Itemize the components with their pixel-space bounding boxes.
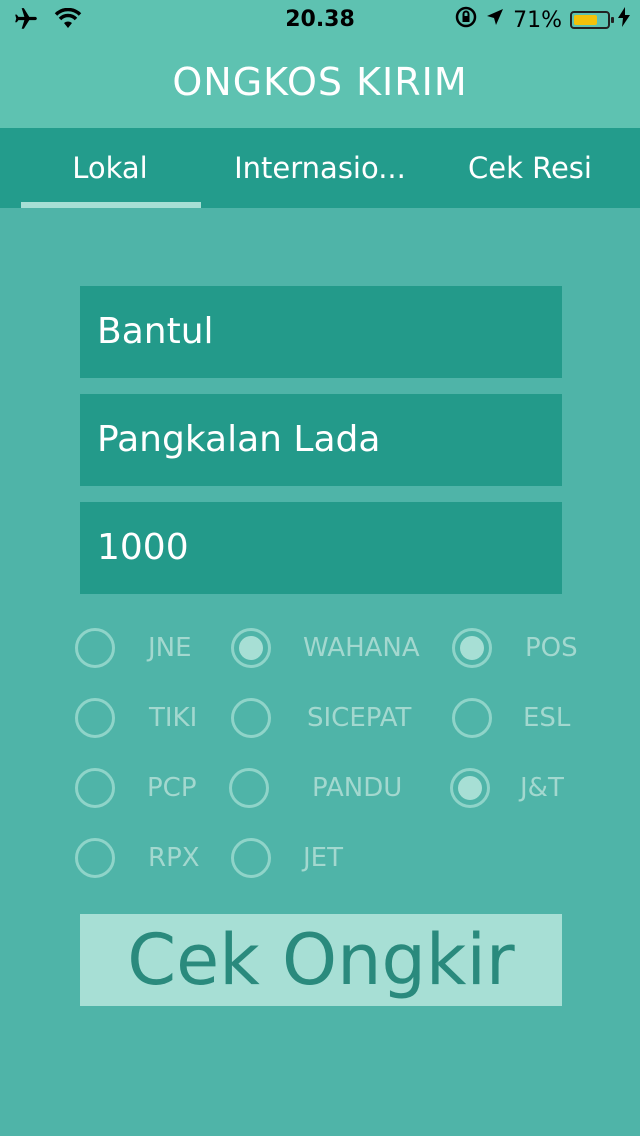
radio-button[interactable] [231,628,271,668]
courier-label: RPX [148,843,200,873]
cek-ongkir-button[interactable]: Cek Ongkir [80,914,562,1006]
battery-percent: 71% [513,7,562,33]
tab-cek-resi[interactable]: Cek Resi [420,128,640,208]
radio-button[interactable] [450,768,490,808]
tab-label: Cek Resi [468,151,592,185]
courier-label: ESL [523,703,571,733]
charging-bolt-icon [618,7,630,33]
radio-button[interactable] [452,698,492,738]
weight-field[interactable]: 1000 [80,502,562,594]
courier-label: POS [525,633,578,663]
active-tab-indicator [21,202,201,208]
courier-options: JNE WAHANA POS TIKI SICEPAT ESL PCP PAND… [0,618,640,878]
orientation-lock-icon [455,6,477,34]
tab-label: Lokal [72,151,148,185]
radio-button[interactable] [231,838,271,878]
tab-label: Internasio... [234,151,406,185]
origin-field[interactable]: Bantul [80,286,562,378]
tab-internasional[interactable]: Internasio... [220,128,420,208]
radio-button[interactable] [229,768,269,808]
radio-button[interactable] [75,838,115,878]
destination-field[interactable]: Pangkalan Lada [80,394,562,486]
battery-icon [570,11,614,29]
courier-label: PCP [147,773,197,803]
courier-label: JNE [148,633,192,663]
courier-label: JET [303,843,343,873]
courier-label: WAHANA [303,633,420,663]
tab-bar: Lokal Internasio... Cek Resi [0,128,640,208]
radio-button[interactable] [231,698,271,738]
radio-button[interactable] [75,628,115,668]
radio-button[interactable] [452,628,492,668]
tab-lokal[interactable]: Lokal [0,128,220,208]
page-title: ONGKOS KIRIM [0,40,640,128]
status-bar: 20.38 71% [0,0,640,40]
courier-label: TIKI [149,703,198,733]
courier-label: PANDU [312,773,403,803]
radio-button[interactable] [75,768,115,808]
radio-button[interactable] [75,698,115,738]
location-arrow-icon [485,7,505,33]
courier-label: J&T [520,773,564,803]
courier-label: SICEPAT [307,703,412,733]
